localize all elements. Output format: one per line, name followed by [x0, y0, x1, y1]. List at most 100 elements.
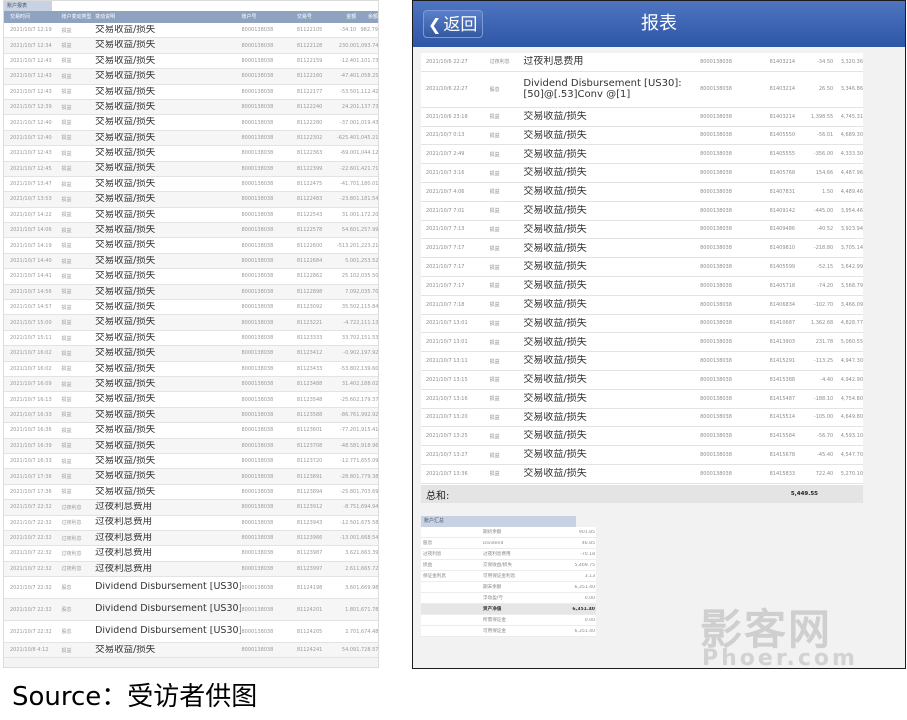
table-row: 2021/10/7 15:00 损益 交易收益/损失 8000138038 811232… [4, 315, 378, 331]
table-cell: 1,915.41 [356, 427, 378, 434]
table-row: 2021/10/7 13:53 损益 交易收益/损失 8000138038 811224… [4, 192, 378, 208]
table-cell: 损益 [489, 151, 500, 158]
table-row: 2021/10/7 13:20 损益 交易收益/损失 8000138038 814155… [421, 409, 863, 428]
watermark: 影客网 Phoer.com [700, 600, 860, 680]
table-cell: -34.50 [817, 58, 834, 65]
table-cell: 2021/10/7 14:41 [10, 273, 52, 280]
table-cell: 交易收益/损失 [95, 378, 156, 389]
table-cell: 2021/10/7 13:36 [426, 470, 468, 477]
table-cell: 81124198 [296, 584, 323, 591]
total-value: 5,449.55 [790, 491, 818, 497]
table-cell: 3,466.09 [840, 301, 863, 308]
table-row: 2021/10/7 13:15 损益 交易收益/损失 8000138038 814153… [421, 371, 863, 390]
table-cell: 8000138038 [700, 58, 732, 65]
table-cell: -45.40 [817, 452, 834, 459]
table-row: 2021/10/7 7:18 损益 交易收益/损失 8000138038 8140683… [421, 296, 863, 315]
table-cell: 交易收益/损失 [523, 280, 587, 292]
table-cell: 2021/10/7 14:57 [10, 304, 52, 311]
table-cell: 54.60 [341, 227, 357, 234]
table-cell: 4,593.10 [840, 433, 863, 440]
table-cell: 2021/10/7 13:16 [426, 395, 468, 402]
table-cell: 81415584 [769, 433, 796, 440]
table-cell: -102.70 [813, 301, 834, 308]
table-cell: 8000138038 [700, 264, 732, 271]
table-cell: -56.70 [817, 433, 834, 440]
table-row: 2021/10/7 12:43 损益 交易收益/损失 8000138038 811221… [4, 53, 378, 70]
table-cell: -188.10 [813, 395, 834, 402]
table-cell: 8000138038 [241, 57, 274, 64]
back-button[interactable]: ❮ 返回 [423, 10, 483, 38]
table-cell: 1,093.74 [356, 42, 378, 49]
table-cell: 4,489.46 [840, 188, 863, 195]
table-cell: 81123412 [296, 350, 323, 357]
table-cell: 交易收益/损失 [95, 240, 156, 251]
table-row: 2021/10/7 22:32 过夜利息 过夜利息费用 8000138038 81123… [4, 515, 378, 531]
table-cell: 81123548 [296, 396, 323, 403]
table-cell: 交易收益/损失 [523, 468, 587, 480]
table-cell: 81406834 [769, 301, 796, 308]
summary-row: 所需保证金 0.00 [421, 615, 596, 626]
table-cell: 8000138038 [241, 258, 274, 265]
table-cell: -41.70 [340, 181, 357, 188]
summary-cell: 股息 [423, 541, 433, 546]
table-cell: 81405550 [769, 132, 796, 139]
table-cell: 81405768 [769, 170, 796, 177]
table-cell: 交易收益/损失 [523, 186, 587, 198]
table-row: 2021/10/7 14:19 损益 交易收益/损失 8000138038 811226… [4, 238, 378, 254]
table-cell: 损益 [489, 452, 500, 459]
summary-cell: 所需保证金 [483, 618, 506, 623]
table-cell: 81409486 [769, 226, 796, 233]
table-cell: 4,947.30 [840, 358, 863, 365]
table-cell: 8000138038 [241, 411, 274, 418]
table-cell: -56.01 [817, 132, 834, 139]
table-cell: Dividend Disbursement [US30]: [20]@[.8]C… [95, 582, 241, 593]
table-cell: 2021/10/7 2:49 [426, 151, 465, 158]
table-row: 2021/10/7 17:36 损益 交易收益/损失 8000138038 811238… [4, 484, 378, 501]
table-cell: 81123221 [296, 319, 323, 326]
table-cell: 8000138038 [241, 242, 274, 249]
table-row: 2021/10/7 14:57 损益 交易收益/损失 8000138038 811230… [4, 300, 378, 316]
table-cell: 33.70 [341, 335, 357, 341]
table-cell: 交易收益/损失 [523, 242, 587, 254]
table-cell: -513.20 [336, 242, 357, 249]
table-cell: 交易收益/损失 [95, 178, 156, 189]
table-cell: 81415291 [769, 358, 796, 365]
table-cell: -52.15 [817, 264, 834, 271]
table-cell: 81123333 [296, 335, 323, 341]
chevron-left-icon: ❮ [428, 15, 442, 34]
summary-tab[interactable]: 账户汇总 [421, 516, 576, 527]
table-cell: 24.20 [341, 104, 357, 111]
source-caption: Source：受访者供图 [12, 682, 258, 712]
table-row: 2021/10/7 15:11 损益 交易收益/损失 8000138038 811233… [4, 330, 378, 347]
table-cell: 2,035.70 [356, 288, 378, 295]
table-row: 2021/10/7 22:32 过夜利息 过夜利息费用 8000138038 81123… [4, 500, 378, 516]
table-cell: 1,421.71 [356, 165, 378, 172]
table-cell: -86.76 [340, 411, 357, 418]
table-cell: 231.78 [815, 339, 834, 346]
table-cell: 2021/10/7 16:09 [10, 381, 52, 388]
table-row: 2021/10/7 12:19 损益 交易收益/损失 8000138038 811221… [4, 23, 378, 39]
table-cell: 5,270.10 [840, 470, 863, 477]
table-row: 2021/10/7 4:06 损益 交易收益/损失 8000138038 8140783… [421, 183, 863, 202]
table-cell: 2,035.50 [356, 273, 378, 280]
table-cell: 8000138038 [241, 584, 274, 591]
table-cell: 81122475 [296, 181, 323, 188]
table-cell: 交易收益/损失 [95, 101, 156, 112]
table-cell: 4,754.80 [840, 395, 863, 402]
table-cell: 2021/10/7 16:02 [10, 350, 52, 357]
table-cell: -113.25 [813, 358, 834, 365]
table-cell: 损益 [489, 245, 500, 252]
table-cell: 81122578 [296, 227, 323, 234]
table-cell: 损益 [489, 264, 500, 271]
table-row: 2021/10/7 16:09 损益 交易收益/损失 8000138038 811234… [4, 376, 378, 393]
table-cell: 损益 [489, 189, 500, 196]
table-cell: -218.80 [813, 245, 834, 252]
table-cell: 81403214 [769, 58, 796, 65]
table-cell: 3,705.14 [840, 245, 863, 252]
table-cell: 过夜利息费用 [95, 548, 153, 559]
left-tab[interactable]: 账户报表 [4, 1, 52, 11]
table-cell: 8000138038 [700, 207, 732, 214]
table-cell: 81123588 [296, 411, 323, 418]
table-cell: 81407831 [769, 188, 796, 195]
table-cell: Dividend Disbursement [US30]: [10]@[.8]C… [95, 604, 241, 615]
